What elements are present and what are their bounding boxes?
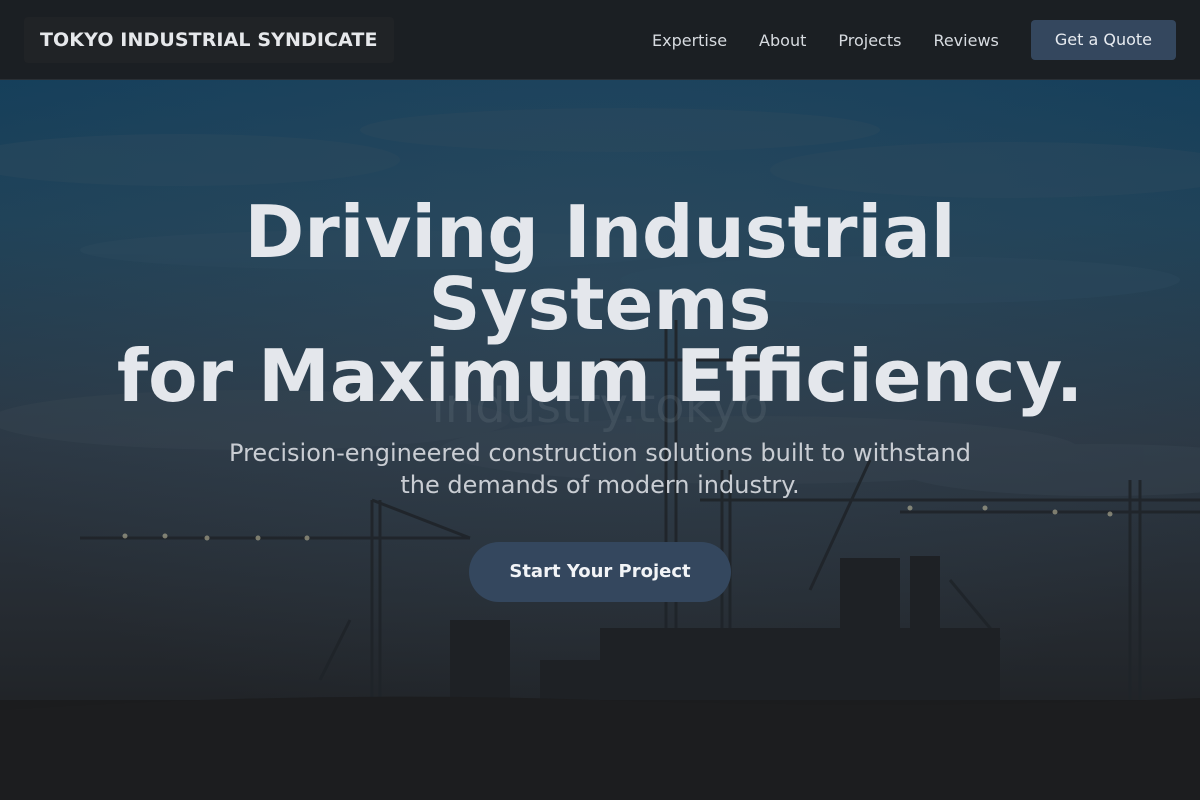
get-a-quote-button[interactable]: Get a Quote — [1030, 20, 1176, 60]
nav-link-reviews[interactable]: Reviews — [933, 31, 998, 50]
hero-subtitle: Precision-engineered construction soluti… — [200, 437, 1000, 501]
page: TOKYO INDUSTRIAL SYNDICATE Expertise Abo… — [0, 0, 1200, 800]
hero-title-line-1: Driving Industrial — [244, 190, 956, 274]
hero-title: Driving Industrial Systems for Maximum E… — [60, 196, 1140, 412]
hero-subtitle-line-1: Precision-engineered construction soluti… — [229, 439, 971, 467]
site-logo[interactable]: TOKYO INDUSTRIAL SYNDICATE — [24, 17, 394, 63]
hero-title-line-3: for Maximum Efficiency. — [116, 334, 1084, 418]
main-nav: Expertise About Projects Reviews Get a Q… — [652, 20, 1176, 60]
nav-link-projects[interactable]: Projects — [838, 31, 901, 50]
nav-link-expertise[interactable]: Expertise — [652, 31, 727, 50]
start-your-project-button[interactable]: Start Your Project — [469, 542, 731, 602]
hero-title-line-2: Systems — [428, 262, 772, 346]
nav-link-about[interactable]: About — [759, 31, 806, 50]
site-header: TOKYO INDUSTRIAL SYNDICATE Expertise Abo… — [0, 0, 1200, 80]
hero-subtitle-line-2: the demands of modern industry. — [400, 471, 800, 499]
hero-section: industry.tokyo Driving Industrial System… — [0, 0, 1200, 800]
